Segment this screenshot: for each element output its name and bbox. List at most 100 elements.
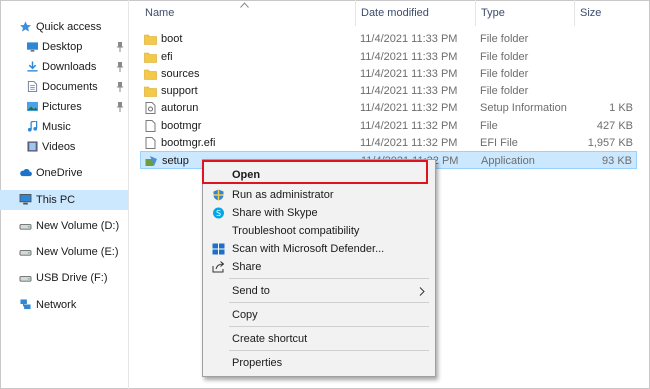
file-name: efi <box>161 51 173 63</box>
folder-icon <box>144 86 157 97</box>
file-name: boot <box>161 33 183 45</box>
column-divider[interactable] <box>355 0 356 26</box>
sidebar-item-new-volume-d[interactable]: New Volume (D:) <box>0 216 128 236</box>
menu-item-create-shortcut[interactable]: Create shortcut <box>203 329 435 349</box>
folder-icon <box>144 69 157 80</box>
file-icon <box>145 120 156 132</box>
file-row-autorun[interactable]: autorun 11/4/2021 11:32 PM Setup Informa… <box>140 99 637 117</box>
star-icon <box>20 21 31 32</box>
column-divider[interactable] <box>475 0 476 26</box>
sidebar-item-label: New Volume (E:) <box>36 246 119 258</box>
file-size: 427 KB <box>596 120 633 132</box>
file-row-efi[interactable]: efi 11/4/2021 11:33 PM File folder <box>140 48 637 66</box>
sidebar-item-music[interactable]: Music <box>0 117 128 137</box>
menu-item-send-to[interactable]: Send to <box>203 281 435 301</box>
sidebar-item-label: Music <box>42 121 71 133</box>
defender-icon <box>212 243 225 255</box>
file-type: File folder <box>480 51 529 63</box>
file-type: File <box>480 120 498 132</box>
folder-icon <box>144 52 157 63</box>
sidebar-item-label: Videos <box>42 141 76 153</box>
sidebar-item-label: Documents <box>42 81 98 93</box>
file-type: Setup Information <box>480 102 567 114</box>
network-icon <box>20 299 31 310</box>
file-row-support[interactable]: support 11/4/2021 11:33 PM File folder <box>140 82 637 100</box>
setup-app-icon <box>145 156 157 166</box>
file-type: EFI File <box>480 137 518 149</box>
share-icon <box>212 261 225 273</box>
videos-folder-icon <box>27 141 38 152</box>
settings-file-icon <box>145 102 156 114</box>
pin-icon[interactable] <box>116 82 124 92</box>
sidebar-item-usb-drive-f[interactable]: USB Drive (F:) <box>0 268 128 288</box>
skype-icon: S <box>213 207 224 219</box>
file-name: bootmgr <box>161 120 202 132</box>
file-date: 11/4/2021 11:33 PM <box>360 33 458 45</box>
file-date: 11/4/2021 11:33 PM <box>360 51 458 63</box>
menu-separator <box>229 278 429 279</box>
column-divider[interactable] <box>574 0 575 26</box>
menu-item-troubleshoot-compatibility[interactable]: Troubleshoot compatibility <box>203 221 435 241</box>
file-date: 11/4/2021 11:33 PM <box>360 85 458 97</box>
file-name: sources <box>161 68 200 80</box>
column-header-date-modified[interactable]: Date modified <box>361 0 429 26</box>
file-date: 11/4/2021 11:32 PM <box>360 137 458 149</box>
navigation-pane: Quick access Desktop Downloads Documents… <box>0 0 129 389</box>
pictures-folder-icon <box>27 101 38 112</box>
menu-item-copy[interactable]: Copy <box>203 305 435 325</box>
usb-drive-icon <box>19 276 32 282</box>
file-row-boot[interactable]: boot 11/4/2021 11:33 PM File folder <box>140 30 637 48</box>
file-date: 11/4/2021 11:32 PM <box>360 120 458 132</box>
file-size: 1,957 KB <box>587 137 633 149</box>
menu-separator <box>229 326 429 327</box>
svg-text:S: S <box>216 209 221 218</box>
sidebar-item-new-volume-e[interactable]: New Volume (E:) <box>0 242 128 262</box>
sidebar-item-videos[interactable]: Videos <box>0 137 128 157</box>
sidebar-item-desktop[interactable]: Desktop <box>0 37 128 57</box>
sidebar-item-pictures[interactable]: Pictures <box>0 97 128 117</box>
sidebar-item-this-pc[interactable]: This PC <box>0 190 128 210</box>
sidebar-item-label: Desktop <box>42 41 83 53</box>
context-menu: Open Run as administrator S Share with S… <box>202 159 436 377</box>
shield-icon <box>213 189 224 201</box>
sidebar-item-onedrive[interactable]: OneDrive <box>0 163 128 183</box>
pin-icon[interactable] <box>116 42 124 52</box>
pin-icon[interactable] <box>116 62 124 72</box>
file-date: 11/4/2021 11:32 PM <box>360 102 458 114</box>
menu-item-properties[interactable]: Properties <box>203 353 435 373</box>
file-name: bootmgr.efi <box>161 137 216 149</box>
file-row-bootmgr[interactable]: bootmgr 11/4/2021 11:32 PM File 427 KB <box>140 117 637 135</box>
sort-ascending-icon <box>240 2 249 8</box>
sidebar-item-downloads[interactable]: Downloads <box>0 57 128 77</box>
file-type: File folder <box>480 33 529 45</box>
documents-folder-icon <box>27 81 38 92</box>
menu-separator <box>229 302 429 303</box>
file-row-bootmgr-efi[interactable]: bootmgr.efi 11/4/2021 11:32 PM EFI File … <box>140 134 637 152</box>
drive-icon <box>19 224 32 230</box>
file-name: support <box>161 85 198 97</box>
sidebar-item-documents[interactable]: Documents <box>0 77 128 97</box>
sidebar-item-label: Downloads <box>42 61 97 73</box>
column-header-type[interactable]: Type <box>481 0 505 26</box>
pin-icon[interactable] <box>116 102 124 112</box>
file-name: setup <box>162 155 189 167</box>
file-size: 1 KB <box>609 102 633 114</box>
open-highlight-box <box>202 160 428 184</box>
menu-item-scan-with-defender[interactable]: Scan with Microsoft Defender... <box>203 239 435 259</box>
sidebar-item-label: Pictures <box>42 101 82 113</box>
menu-item-share[interactable]: Share <box>203 257 435 277</box>
file-row-sources[interactable]: sources 11/4/2021 11:33 PM File folder <box>140 65 637 83</box>
sidebar-item-quick-access[interactable]: Quick access <box>0 17 128 37</box>
file-type: Application <box>481 155 535 167</box>
chevron-right-icon <box>419 287 425 296</box>
folder-icon <box>144 34 157 45</box>
desktop-folder-icon <box>27 42 38 52</box>
cloud-icon <box>20 169 32 177</box>
music-folder-icon <box>27 121 38 132</box>
column-header-size[interactable]: Size <box>580 0 601 26</box>
file-type: File folder <box>480 85 529 97</box>
menu-item-share-with-skype[interactable]: S Share with Skype <box>203 203 435 223</box>
menu-item-run-as-administrator[interactable]: Run as administrator <box>203 185 435 205</box>
sidebar-item-network[interactable]: Network <box>0 295 128 315</box>
column-header-name[interactable]: Name <box>145 0 174 26</box>
